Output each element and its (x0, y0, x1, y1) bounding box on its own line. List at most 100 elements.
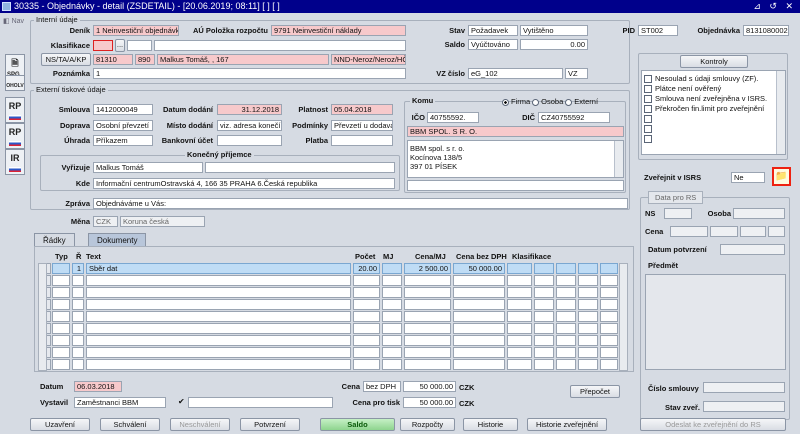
saldo-field-2[interactable]: 0.00 (520, 39, 588, 50)
table-cell-pocet[interactable] (353, 347, 380, 358)
mena-code[interactable]: CZK (93, 216, 118, 227)
table-cell[interactable] (556, 275, 576, 286)
table-cell-r[interactable] (72, 347, 84, 358)
kontroly-button[interactable]: Kontroly (680, 55, 748, 68)
prepocet-button[interactable]: Přepočet (570, 385, 620, 398)
table-cell-pocet[interactable] (353, 299, 380, 310)
tab-radky[interactable]: Řádky (34, 233, 75, 246)
publish-folder-icon[interactable]: 📁 (772, 167, 791, 186)
mena-name[interactable]: Koruna česká (120, 216, 205, 227)
zverejnit-field[interactable]: Ne (731, 172, 765, 183)
table-cell-pocet[interactable] (353, 275, 380, 286)
vyrizuje-field[interactable]: Malkus Tomáš (93, 162, 203, 173)
table-cell[interactable] (578, 263, 598, 274)
historie-button[interactable]: Historie (463, 418, 518, 431)
klasifikace-desc[interactable] (154, 40, 406, 51)
table-cell-text[interactable] (86, 287, 351, 298)
table-cell-cena-mj[interactable] (404, 287, 451, 298)
table-cell-r[interactable] (72, 275, 84, 286)
klasifikace-field-2[interactable] (127, 40, 152, 51)
table-cell-mj[interactable] (382, 335, 402, 346)
tab-dokumenty[interactable]: Dokumenty (88, 233, 147, 246)
table-cell-typ[interactable] (52, 275, 70, 286)
table-cell-mj[interactable] (382, 311, 402, 322)
klasifikace-lookup-button[interactable]: ... (115, 39, 125, 52)
kontroly-list[interactable]: Nesoulad s údaji smlouvy (ZF). Plátce ne… (641, 70, 786, 155)
table-cell-klas[interactable] (507, 275, 532, 286)
table-cell-r[interactable] (72, 335, 84, 346)
vystavil-note-field[interactable] (188, 397, 333, 408)
bank-field[interactable] (217, 135, 282, 146)
rs-cena-field-2[interactable] (710, 226, 738, 237)
grid-scrollbar-right[interactable] (619, 263, 628, 371)
table-cell-cena-bez[interactable]: 50 000.00 (453, 263, 505, 274)
table-cell[interactable] (578, 287, 598, 298)
table-cell[interactable] (534, 335, 554, 346)
klasifikace-field[interactable] (93, 40, 113, 51)
pid-field[interactable]: ST002 (638, 25, 678, 36)
table-cell[interactable] (600, 311, 618, 322)
table-cell-pocet[interactable] (353, 287, 380, 298)
ns-field-4[interactable]: NND-Neroz/Neroz/HČ- (331, 54, 406, 65)
table-cell-text[interactable] (86, 323, 351, 334)
vyrizuje-field-2[interactable] (205, 162, 395, 173)
table-cell-r[interactable] (72, 311, 84, 322)
table-cell-klas[interactable] (507, 347, 532, 358)
vystavil-check-icon[interactable]: ✔ (178, 397, 185, 406)
table-cell-r[interactable] (72, 323, 84, 334)
zprava-field[interactable]: Objednáváme u Vás: (93, 198, 628, 209)
table-cell[interactable] (600, 323, 618, 334)
rozpocty-button[interactable]: Rozpočty (400, 418, 455, 431)
table-cell-cena-mj[interactable] (404, 335, 451, 346)
table-cell-typ[interactable] (52, 335, 70, 346)
table-cell-typ[interactable] (52, 299, 70, 310)
oholv-button[interactable]: OHOLV (5, 75, 25, 91)
saldo-field-1[interactable]: Vyúčtováno (468, 39, 518, 50)
kde-field[interactable]: Informační centrumOstravská 4, 166 35 PR… (93, 178, 395, 189)
table-cell[interactable] (556, 311, 576, 322)
uzavreni-button[interactable]: Uzavření (30, 418, 90, 431)
table-cell-pocet[interactable] (353, 323, 380, 334)
table-cell-text[interactable] (86, 359, 351, 370)
table-cell[interactable] (534, 347, 554, 358)
table-cell-r[interactable] (72, 359, 84, 370)
komu-radio-group[interactable]: Firma Osoba Externí (500, 97, 598, 106)
table-cell-r[interactable] (72, 287, 84, 298)
rs-predmet-field[interactable] (645, 274, 786, 370)
table-cell-text[interactable] (86, 335, 351, 346)
table-cell-typ[interactable] (52, 347, 70, 358)
table-cell[interactable] (578, 323, 598, 334)
poznamka-field[interactable]: 1 (93, 68, 406, 79)
cena-typ-field[interactable]: bez DPH (363, 381, 401, 392)
table-cell[interactable] (534, 263, 554, 274)
table-cell-cena-bez[interactable] (453, 359, 505, 370)
table-cell-typ[interactable] (52, 263, 70, 274)
rp-button-1[interactable]: RP (5, 97, 25, 123)
table-cell[interactable] (556, 263, 576, 274)
rs-cena-field-4[interactable] (768, 226, 785, 237)
table-cell[interactable] (578, 335, 598, 346)
table-cell[interactable] (556, 299, 576, 310)
denik-field[interactable]: 1 Neinvestiční objednávky (93, 25, 179, 36)
table-cell-typ[interactable] (52, 311, 70, 322)
kontroly-scrollbar[interactable] (776, 71, 785, 154)
table-cell-pocet[interactable]: 20.00 (353, 263, 380, 274)
table-cell-cena-mj[interactable] (404, 299, 451, 310)
rs-cislo-field[interactable] (703, 382, 785, 393)
table-cell-klas[interactable] (507, 263, 532, 274)
komu-address[interactable]: BBM spol. s r. o. Kocínova 138/5 397 01 … (407, 140, 624, 178)
table-cell[interactable] (578, 299, 598, 310)
table-cell-klas[interactable] (507, 287, 532, 298)
table-cell-cena-bez[interactable] (453, 335, 505, 346)
platnost-field[interactable]: 05.04.2018 (331, 104, 393, 115)
table-cell[interactable] (556, 335, 576, 346)
table-cell-klas[interactable] (507, 299, 532, 310)
vystavil-field[interactable]: Zaměstnanci BBM (74, 397, 166, 408)
table-cell-klas[interactable] (507, 335, 532, 346)
komu-extra-field[interactable] (407, 180, 624, 191)
table-cell-mj[interactable] (382, 263, 402, 274)
rs-ns-field[interactable] (664, 208, 692, 219)
table-cell-mj[interactable] (382, 347, 402, 358)
table-cell-typ[interactable] (52, 359, 70, 370)
rs-cena-field-1[interactable] (670, 226, 708, 237)
